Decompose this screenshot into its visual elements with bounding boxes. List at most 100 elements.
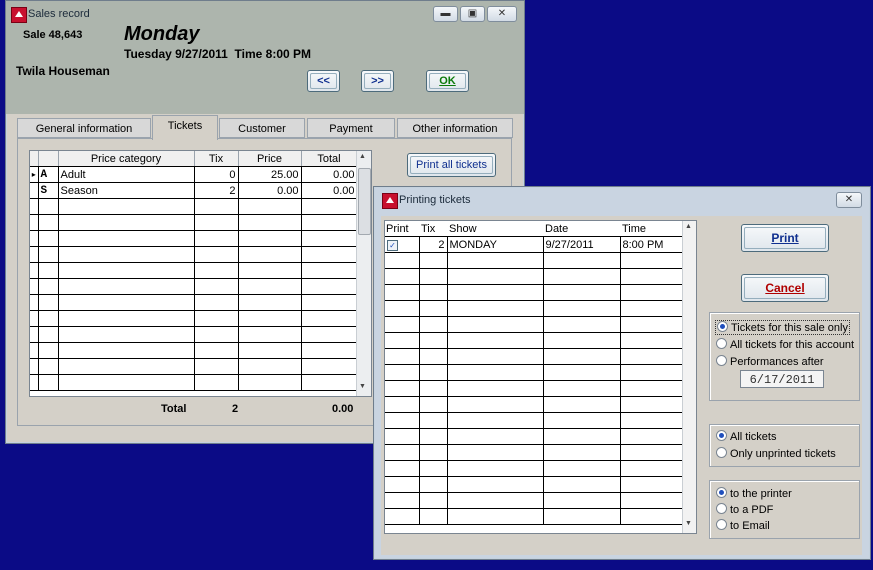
ok-button[interactable]: OK xyxy=(426,70,469,92)
scroll-up-arrow-icon[interactable]: ▲ xyxy=(685,223,692,230)
col-date[interactable]: Date xyxy=(543,221,620,237)
empty-row xyxy=(30,358,358,375)
sales-titlebar[interactable]: Sales record ▬ ▣ ✕ xyxy=(6,1,524,29)
col-tix[interactable]: Tix xyxy=(194,151,239,167)
row-total: 0.00 xyxy=(301,182,358,199)
dest-option-pdf[interactable]: to a PDF xyxy=(716,503,773,516)
tab-tickets-label: Tickets xyxy=(167,120,203,132)
minimize-button[interactable]: ▬ xyxy=(433,6,458,22)
tab-customer[interactable]: Customer xyxy=(219,118,305,138)
printing-close-button[interactable]: ✕ xyxy=(836,192,862,208)
row-tix[interactable]: 0 xyxy=(194,166,239,183)
empty-row xyxy=(30,198,358,215)
dest-option-email[interactable]: to Email xyxy=(716,519,770,532)
col-tix[interactable]: Tix xyxy=(419,221,447,237)
col-total[interactable]: Total xyxy=(301,151,358,167)
scroll-thumb[interactable] xyxy=(358,168,371,235)
next-label: >> xyxy=(371,75,384,87)
row-date: 9/27/2011 xyxy=(543,236,621,253)
radio-icon xyxy=(716,447,727,458)
radio-icon xyxy=(716,487,727,498)
previous-label: << xyxy=(317,75,330,87)
empty-row xyxy=(385,476,683,493)
col-show[interactable]: Show xyxy=(447,221,543,237)
col-price-category[interactable]: Price category xyxy=(58,151,195,167)
scope-option-this-sale[interactable]: Tickets for this sale only xyxy=(715,320,850,335)
print-button[interactable]: Print xyxy=(741,224,829,252)
empty-row xyxy=(385,508,683,525)
row-price[interactable]: 0.00 xyxy=(238,182,302,199)
col-print[interactable]: Print xyxy=(385,221,419,237)
scope-option-account[interactable]: All tickets for this account xyxy=(716,338,854,351)
dest-option-label: to Email xyxy=(730,520,770,532)
row-time: 8:00 PM xyxy=(620,236,683,253)
dest-option-printer[interactable]: to the printer xyxy=(716,487,792,500)
row-category[interactable]: Adult xyxy=(58,166,195,183)
col-time[interactable]: Time xyxy=(620,221,682,237)
cancel-button[interactable]: Cancel xyxy=(741,274,829,302)
col-price[interactable]: Price xyxy=(238,151,302,167)
table-row[interactable]: ▸ A Adult 0 25.00 0.00 xyxy=(30,166,358,183)
row-tix[interactable]: 2 xyxy=(194,182,239,199)
close-icon: ✕ xyxy=(844,194,854,205)
radio-icon xyxy=(716,503,727,514)
after-date-field[interactable]: 6/17/2011 xyxy=(740,370,824,388)
print-all-label: Print all tickets xyxy=(416,159,487,171)
row-category[interactable]: Season xyxy=(58,182,195,199)
ok-label: OK xyxy=(439,75,456,87)
empty-row xyxy=(385,284,683,301)
print-grid-scrollbar[interactable]: ▲ ▼ xyxy=(682,221,696,533)
customer-name: Twila Houseman xyxy=(16,64,110,78)
table-row[interactable]: S Season 2 0.00 0.00 xyxy=(30,182,358,199)
scroll-down-arrow-icon[interactable]: ▼ xyxy=(685,520,692,527)
empty-row xyxy=(385,444,683,461)
filter-option-all[interactable]: All tickets xyxy=(716,430,776,443)
checkbox-icon[interactable]: ✓ xyxy=(387,239,398,251)
empty-row xyxy=(30,262,358,279)
empty-row xyxy=(385,252,683,269)
radio-icon xyxy=(716,430,727,441)
scroll-down-arrow-icon[interactable]: ▼ xyxy=(359,383,366,390)
row-pointer-icon: ▸ xyxy=(30,166,39,183)
empty-row xyxy=(385,396,683,413)
empty-row xyxy=(385,380,683,397)
empty-row xyxy=(30,326,358,343)
empty-row xyxy=(385,492,683,509)
close-button[interactable]: ✕ xyxy=(487,6,517,22)
empty-row xyxy=(385,348,683,365)
printing-titlebar[interactable]: Printing tickets ✕ xyxy=(374,187,870,215)
row-price[interactable]: 25.00 xyxy=(238,166,302,183)
total-amount: 0.00 xyxy=(332,403,354,415)
tab-other-information[interactable]: Other information xyxy=(397,118,513,138)
print-all-tickets-button[interactable]: Print all tickets xyxy=(407,153,496,177)
next-button[interactable]: >> xyxy=(361,70,394,92)
print-checkbox-cell[interactable]: ✓ xyxy=(385,236,420,253)
tab-general-label: General information xyxy=(35,123,133,135)
tickets-grid: Price category Tix Price Total ▸ A Adult… xyxy=(29,150,372,397)
empty-row xyxy=(30,246,358,263)
print-label: Print xyxy=(771,231,799,245)
close-icon: ✕ xyxy=(497,8,507,19)
tab-general-information[interactable]: General information xyxy=(17,118,151,138)
filter-option-unprinted[interactable]: Only unprinted tickets xyxy=(716,447,836,460)
dest-option-label: to a PDF xyxy=(730,504,774,516)
total-tix: 2 xyxy=(232,403,239,415)
row-total: 0.00 xyxy=(301,166,358,183)
radio-icon xyxy=(716,338,727,349)
maximize-button[interactable]: ▣ xyxy=(460,6,485,22)
previous-button[interactable]: << xyxy=(307,70,340,92)
table-row[interactable]: ✓ 2 MONDAY 9/27/2011 8:00 PM xyxy=(385,236,683,253)
scope-option-performances-after[interactable]: Performances after xyxy=(716,355,824,368)
performance-datetime: Tuesday 9/27/2011 Time 8:00 PM xyxy=(124,47,311,61)
scroll-up-arrow-icon[interactable]: ▲ xyxy=(359,153,366,160)
tickets-grid-scrollbar[interactable]: ▲ ▼ xyxy=(356,151,371,396)
row-code: A xyxy=(38,166,59,183)
empty-row xyxy=(385,364,683,381)
tab-tickets[interactable]: Tickets xyxy=(152,115,218,140)
empty-row xyxy=(385,300,683,317)
empty-row xyxy=(385,332,683,349)
radio-icon xyxy=(716,519,727,530)
tab-payment[interactable]: Payment xyxy=(307,118,395,138)
app-icon xyxy=(11,7,27,23)
empty-row xyxy=(30,278,358,295)
